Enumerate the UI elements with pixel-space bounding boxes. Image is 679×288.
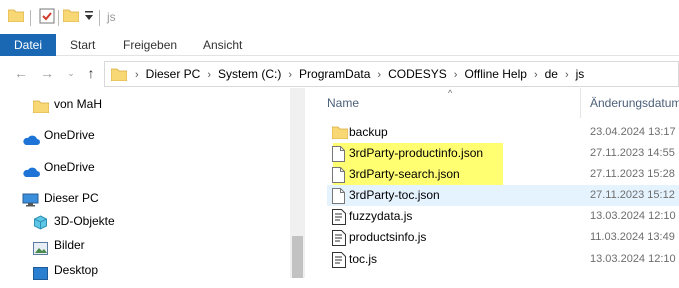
divider [58,10,59,26]
address-bar[interactable]: › Dieser PC › System (C:) › ProgramData › CODES… [104,61,679,87]
column-header-name[interactable]: Name [327,88,359,118]
nav-item-von-mah[interactable]: von MaH [0,92,290,116]
nav-item-label: OneDrive [44,128,95,142]
file-name: productsinfo.js [349,230,427,244]
cloud-icon [22,162,40,186]
chevron-right-icon[interactable]: › [454,69,458,81]
file-name: toc.js [349,252,378,266]
scrollbar-thumb[interactable] [292,236,303,278]
chevron-right-icon[interactable]: › [534,69,538,81]
breadcrumb: › Dieser PC › System (C:) › ProgramData › CODES… [135,62,584,86]
file-date: 27.11.2023 15:28 [590,168,675,180]
breadcrumb-js[interactable]: js [576,67,585,81]
navigation-pane: von MaH OneDrive OneDrive Dieser PC 3D-O… [0,88,305,280]
nav-item-dieser-pc[interactable]: Dieser PC [0,186,290,210]
file-name: 3rdParty-search.json [349,167,460,181]
json-file-icon [332,188,345,207]
file-name: backup [349,125,388,139]
ribbon: Datei Start Freigeben Ansicht [0,34,679,56]
nav-item-label: Dieser PC [44,191,99,205]
file-date: 11.03.2024 13:49 [590,231,675,243]
nav-item-label: Desktop [54,263,99,277]
chevron-right-icon[interactable]: › [377,69,381,81]
nav-item-label: 3D-Objekte [54,214,115,228]
chevron-right-icon[interactable]: › [565,69,569,81]
column-divider[interactable] [580,88,581,118]
up-arrow-icon[interactable]: ↑ [82,64,100,82]
nav-item-label: Bilder [54,238,85,252]
tab-freigeben[interactable]: Freigeben [123,34,177,56]
script-file-icon [332,209,346,228]
file-row-3rdparty-search[interactable]: 3rdParty-search.json 27.11.2023 15:28 [327,164,679,185]
nav-scrollbar[interactable] [290,88,305,278]
script-file-icon [332,252,346,271]
file-row-productsinfo[interactable]: productsinfo.js 11.03.2024 13:49 [327,227,679,248]
file-row-fuzzydata[interactable]: fuzzydata.js 13.03.2024 12:10 [327,206,679,227]
script-file-icon [332,230,346,249]
properties-icon[interactable] [39,8,55,27]
breadcrumb-programdata[interactable]: ProgramData [299,67,370,81]
folder-icon [331,125,349,142]
file-row-backup[interactable]: backup 23.04.2024 13:17 [327,122,679,143]
tab-start[interactable]: Start [70,34,95,56]
chevron-right-icon[interactable]: › [135,69,139,81]
back-arrow-icon[interactable]: ← [12,64,30,82]
cloud-icon [22,130,40,154]
file-date: 23.04.2024 13:17 [590,126,676,138]
chevron-right-icon[interactable]: › [288,69,292,81]
nav-item-desktop[interactable]: Desktop [0,258,290,282]
file-date: 13.03.2024 12:10 [590,210,676,222]
customize-toolbar-icon[interactable] [84,10,94,25]
breadcrumb-de[interactable]: de [545,67,558,81]
window-title: js [107,10,116,24]
tab-datei[interactable]: Datei [0,34,56,56]
folder-icon [32,97,50,121]
tab-ansicht[interactable]: Ansicht [203,34,242,56]
recent-dropdown-icon[interactable]: ⌄ [62,64,80,82]
file-row-3rdparty-productinfo[interactable]: 3rdParty-productinfo.json 27.11.2023 14:… [327,143,679,164]
json-file-icon [332,146,345,165]
file-date: 27.11.2023 15:12 [590,189,675,201]
divider [30,10,31,26]
desktop-icon [33,264,48,288]
nav-item-onedrive[interactable]: OneDrive [0,123,290,147]
breadcrumb-dieser-pc[interactable]: Dieser PC [146,67,201,81]
nav-item-3d-objekte[interactable]: 3D-Objekte [0,209,290,233]
folder-icon [110,67,128,84]
folder-icon[interactable] [7,8,25,25]
new-folder-icon[interactable] [62,8,80,25]
chevron-right-icon[interactable]: › [207,69,211,81]
nav-item-onedrive[interactable]: OneDrive [0,155,290,179]
file-date: 27.11.2023 14:55 [590,147,675,159]
title-bar: js [0,0,679,34]
file-name: fuzzydata.js [349,209,413,223]
file-date: 13.03.2024 12:10 [590,253,676,265]
breadcrumb-offline-help[interactable]: Offline Help [464,67,526,81]
divider [99,10,100,26]
sort-ascending-icon: ^ [448,88,453,98]
file-name: 3rdParty-toc.json [349,188,440,202]
breadcrumb-codesys[interactable]: CODESYS [388,67,447,81]
breadcrumb-system-c[interactable]: System (C:) [218,67,281,81]
nav-item-label: von MaH [54,97,103,111]
json-file-icon [332,167,345,186]
file-name: 3rdParty-productinfo.json [349,146,484,160]
navigation-bar: ← → ⌄ ↑ › Dieser PC › System (C:) › ProgramDa… [0,58,679,88]
nav-item-label: OneDrive [44,160,95,174]
column-header-date[interactable]: Änderungsdatum [590,88,679,118]
file-row-3rdparty-toc[interactable]: 3rdParty-toc.json 27.11.2023 15:12 [327,185,679,206]
file-row-toc[interactable]: toc.js 13.03.2024 12:10 [327,249,679,270]
nav-item-bilder[interactable]: Bilder [0,233,290,257]
forward-arrow-icon[interactable]: → [38,64,56,82]
